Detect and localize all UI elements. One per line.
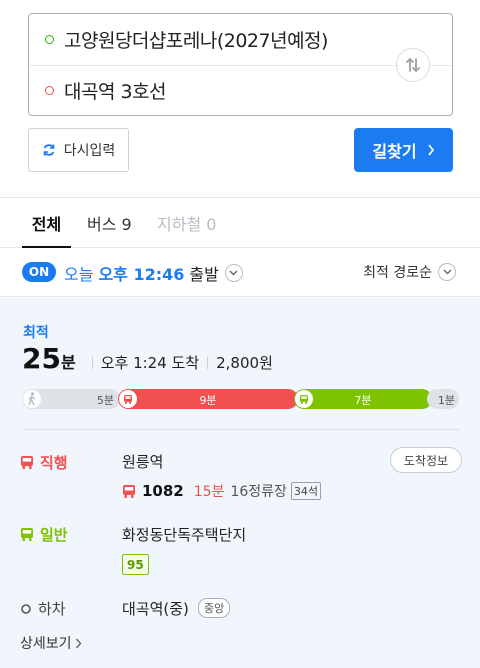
step-regular-bus: 일반 <box>20 524 68 545</box>
chevron-right-icon <box>427 144 434 156</box>
boarding-stop: 원릉역 <box>122 453 164 471</box>
departure-time-bar: ON 오늘 오후 12:46 출발 최적 경로순 <box>0 249 480 297</box>
route-search-box: 고양원당더샵포레나(2027년예정) 대곡역 3호선 <box>28 13 453 116</box>
departure-day: 오늘 <box>64 265 94 284</box>
destination-text: 대곡역 3호선 <box>64 81 167 103</box>
find-route-label: 길찾기 <box>372 142 417 161</box>
bus-wait-time: 15분 <box>193 484 225 500</box>
best-badge: 최적 <box>23 325 49 341</box>
chevron-down-icon <box>438 263 456 281</box>
reset-label: 다시입력 <box>63 143 116 159</box>
step-type: 직행 <box>40 454 68 472</box>
departure-time-selector[interactable]: 오늘 오후 12:46 출발 <box>64 261 243 285</box>
chevron-down-icon <box>224 264 243 282</box>
route-result-card[interactable]: 최적 25 분 오후 1:24 도착 2,800원 5분 9분 7분 1분 직행… <box>0 298 480 668</box>
origin-dot-icon <box>45 35 54 44</box>
origin-text: 고양원당더샵포레나(2027년예정) <box>64 30 328 52</box>
bus-segment-red: 9분 <box>118 389 298 409</box>
find-route-button[interactable]: 길찾기 <box>354 128 453 172</box>
step-alight: 하차 <box>20 598 66 619</box>
alight-circle-icon <box>21 603 31 614</box>
step-type: 일반 <box>40 526 68 544</box>
departure-label: 출발 <box>189 265 219 284</box>
bus-icon <box>123 484 135 498</box>
duration-unit: 분 <box>60 353 76 372</box>
divider <box>91 357 93 369</box>
bus-icon <box>21 456 33 469</box>
step-express-bus: 직행 <box>20 452 68 473</box>
bus-icon <box>295 390 313 408</box>
seat-badge: 34석 <box>290 482 322 500</box>
route-summary: 25 분 오후 1:24 도착 2,800원 <box>22 342 273 375</box>
refresh-icon <box>43 144 55 156</box>
destination-field[interactable]: 대곡역 3호선 <box>29 65 392 116</box>
alight-stop: 대곡역(중) <box>122 600 189 618</box>
walk-duration: 5분 <box>96 394 114 407</box>
line-badge: 중앙 <box>198 598 231 618</box>
bus-segment-green: 7분 <box>294 389 432 409</box>
on-toggle[interactable]: ON <box>22 262 56 282</box>
walk-icon <box>23 390 41 408</box>
swap-button[interactable] <box>396 48 430 82</box>
bus-number: 1082 <box>142 482 184 500</box>
route-timeline: 5분 9분 7분 1분 <box>22 389 459 409</box>
transfer-stop: 화정동단독주택단지 <box>122 526 247 544</box>
origin-field[interactable]: 고양원당더샵포레나(2027년예정) <box>29 14 392 65</box>
walk-segment: 1분 <box>427 389 459 409</box>
detail-label: 상세보기 <box>20 636 72 652</box>
bus-duration: 9분 <box>199 394 217 407</box>
sort-label: 최적 경로순 <box>363 265 432 281</box>
fare: 2,800원 <box>216 354 273 372</box>
duration-value: 25 <box>22 342 61 375</box>
result-tabs: 전체 버스 9 지하철 0 <box>0 198 480 248</box>
tab-bus[interactable]: 버스 9 <box>87 198 132 247</box>
bus-icon <box>119 390 137 408</box>
tab-all[interactable]: 전체 <box>22 198 71 248</box>
stop-count: 16정류장 <box>230 484 287 500</box>
destination-dot-icon <box>45 86 54 95</box>
bus-duration: 7분 <box>354 394 372 407</box>
reset-button[interactable]: 다시입력 <box>28 128 129 172</box>
arrival-info-button[interactable]: 도착정보 <box>390 447 462 473</box>
arrival-time: 오후 1:24 도착 <box>100 354 200 372</box>
bus-number-badge: 95 <box>122 554 149 575</box>
chevron-right-icon <box>75 638 81 648</box>
bus-line-info: 1082 15분 16정류장 34석 <box>122 481 322 501</box>
divider <box>207 357 209 369</box>
departure-time: 오후 12:46 <box>98 265 185 284</box>
tab-subway[interactable]: 지하철 0 <box>157 198 216 247</box>
bus-icon <box>21 528 33 541</box>
walk-segment: 5분 <box>22 389 120 409</box>
sort-selector[interactable]: 최적 경로순 <box>363 262 456 282</box>
swap-arrows-icon <box>406 58 420 72</box>
walk-duration: 1분 <box>437 394 455 407</box>
step-type: 하차 <box>38 600 66 618</box>
divider <box>22 429 460 430</box>
detail-link[interactable]: 상세보기 <box>20 633 82 653</box>
